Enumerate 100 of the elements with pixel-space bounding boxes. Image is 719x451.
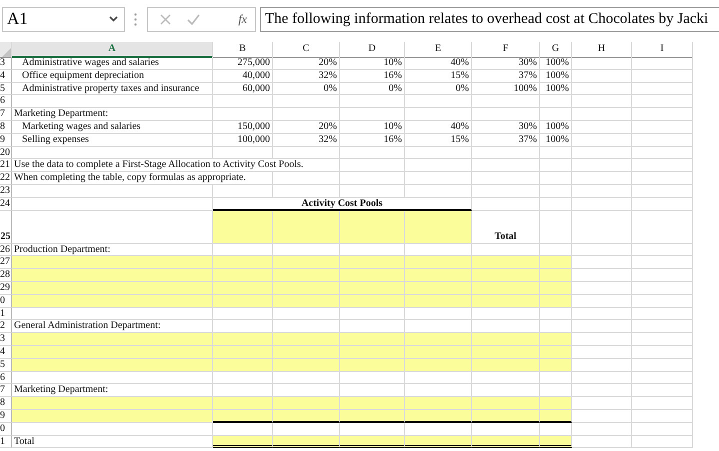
more-icon[interactable] <box>134 12 137 26</box>
table-cell <box>405 184 472 198</box>
table-cell <box>572 308 632 320</box>
column-header[interactable]: F <box>472 42 540 58</box>
row-number[interactable]: 7 <box>0 108 12 121</box>
table-cell <box>572 320 632 334</box>
table-cell <box>572 384 632 398</box>
select-all-corner[interactable] <box>0 42 12 58</box>
column-header[interactable]: G <box>540 42 572 58</box>
table-cell <box>540 198 572 211</box>
column-header[interactable]: D <box>340 42 405 58</box>
column-header[interactable]: C <box>273 42 340 58</box>
check-icon[interactable] <box>187 14 200 24</box>
table-cell <box>273 372 340 384</box>
table-cell <box>632 70 693 83</box>
row-number[interactable]: 5 <box>0 82 12 96</box>
table-cell <box>632 333 693 346</box>
row-number[interactable]: 4 <box>0 70 12 83</box>
table-cell <box>572 146 632 160</box>
table-cell <box>572 410 632 423</box>
table-cell: 40% <box>405 57 472 70</box>
row-number[interactable]: 1 <box>0 436 12 448</box>
table-cell <box>405 159 472 172</box>
table-cell <box>472 172 540 185</box>
column-header[interactable]: E <box>405 42 472 58</box>
row-number[interactable]: 1 <box>0 308 12 320</box>
table-cell: Use the data to complete a First-Stage Allocation to Activity Cost Pools. <box>12 159 340 172</box>
table-cell <box>632 244 693 256</box>
row-number[interactable]: 0 <box>0 422 12 436</box>
table-cell <box>340 108 405 121</box>
table-cell <box>340 159 405 172</box>
table-cell <box>632 282 693 295</box>
table-cell <box>472 308 540 320</box>
row-number[interactable]: 25 <box>0 210 12 244</box>
column-header[interactable]: H <box>572 42 632 58</box>
table-cell <box>273 95 340 108</box>
table-cell <box>540 372 572 384</box>
table-cell <box>632 372 693 384</box>
row-number[interactable]: 21 <box>0 159 12 172</box>
row-number[interactable]: 8 <box>0 120 12 134</box>
cancel-icon[interactable] <box>160 14 171 24</box>
table-cell <box>632 57 693 70</box>
table-cell <box>632 397 693 410</box>
table-cell <box>572 172 632 185</box>
table-cell <box>213 146 273 160</box>
table-cell <box>340 372 405 384</box>
table-cell <box>572 346 632 359</box>
row-number[interactable]: 6 <box>0 95 12 108</box>
table-cell: When completing the table, copy formulas as appropriate. <box>12 172 273 185</box>
table-cell <box>273 172 340 185</box>
table-cell <box>405 95 472 108</box>
table-cell <box>572 269 632 282</box>
row-number[interactable]: 9 <box>0 134 12 147</box>
table-cell <box>572 256 632 270</box>
table-cell: 32% <box>273 70 340 83</box>
table-cell: 275,000 <box>213 57 273 70</box>
table-cell: 30% <box>472 120 540 134</box>
table-cell <box>632 159 693 172</box>
column-header[interactable]: A <box>12 42 213 58</box>
row-number[interactable]: 3 <box>0 57 12 70</box>
table-cell <box>572 294 632 308</box>
row-number[interactable]: 24 <box>0 198 12 211</box>
table-cell <box>572 210 632 244</box>
table-cell <box>572 244 632 256</box>
table-cell <box>405 172 472 185</box>
row-number[interactable]: 23 <box>0 184 12 198</box>
row-number[interactable]: 7 <box>0 384 12 398</box>
table-cell: 0% <box>405 82 472 96</box>
row-number[interactable]: 20 <box>0 146 12 160</box>
table-cell <box>572 159 632 172</box>
table-cell <box>472 95 540 108</box>
row-number[interactable]: 6 <box>0 372 12 384</box>
table-cell <box>213 308 273 320</box>
column-header[interactable]: I <box>632 42 693 58</box>
name-box[interactable]: A1 <box>2 6 125 32</box>
row-number[interactable]: 22 <box>0 172 12 185</box>
table-cell <box>632 358 693 372</box>
table-cell <box>472 184 540 198</box>
table-cell <box>340 308 405 320</box>
formula-field[interactable]: The following information relates to overhead cost at Chocolates by Jacki <box>260 6 719 32</box>
table-cell <box>273 184 340 198</box>
table-cell <box>340 172 405 185</box>
table-cell: 0% <box>273 82 340 96</box>
table-cell: 100% <box>540 120 572 134</box>
table-cell <box>472 108 540 121</box>
table-cell: 32% <box>273 134 340 147</box>
table-cell <box>540 308 572 320</box>
table-cell <box>472 146 540 160</box>
table-cell: 15% <box>405 134 472 147</box>
table-cell <box>405 146 472 160</box>
insert-function-button[interactable]: fx <box>238 12 247 26</box>
table-cell <box>632 210 693 244</box>
column-header[interactable]: B <box>213 42 273 58</box>
table-cell: Total <box>12 436 213 448</box>
table-cell <box>572 57 632 70</box>
cell-reference: A1 <box>7 9 28 29</box>
row-number[interactable]: 26 <box>0 244 12 256</box>
row-number[interactable]: 2 <box>0 320 12 334</box>
table-cell: 37% <box>472 70 540 83</box>
table-cell <box>540 159 572 172</box>
